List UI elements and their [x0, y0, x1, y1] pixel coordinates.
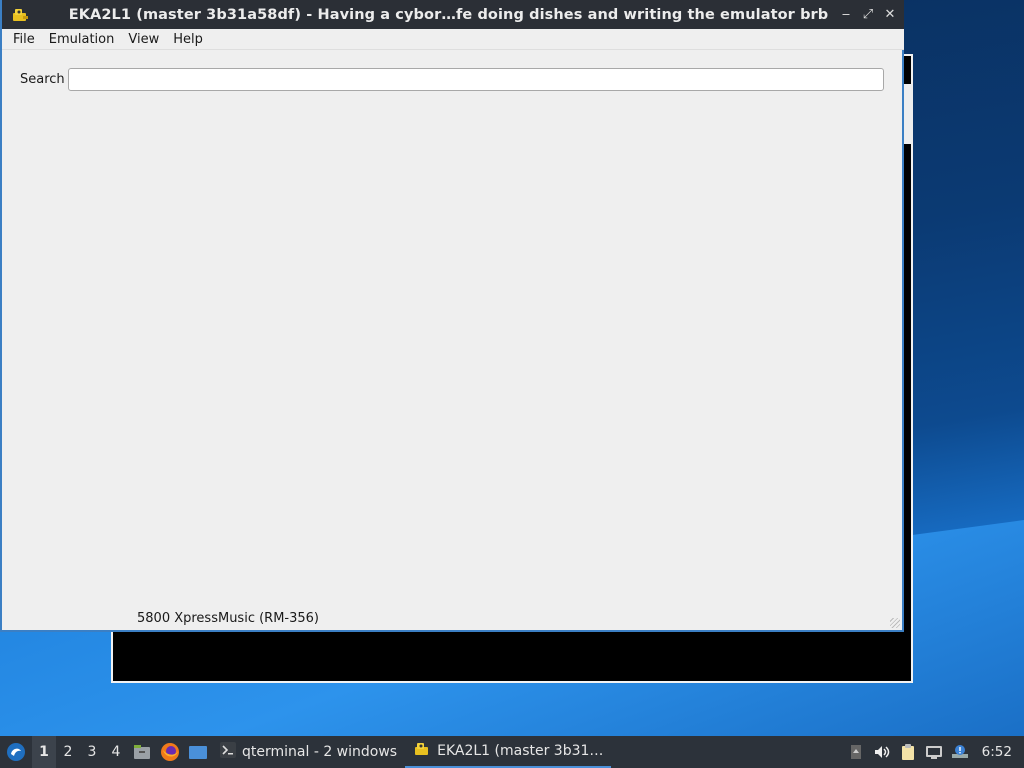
- clipboard-icon[interactable]: [898, 742, 918, 762]
- firefox-icon[interactable]: [156, 736, 184, 768]
- workspace-4[interactable]: 4: [104, 736, 128, 768]
- main-window: EKA2L1 (master 3b31a58df) - Having a cyb…: [0, 0, 904, 632]
- workspace-2[interactable]: 2: [56, 736, 80, 768]
- clock[interactable]: 6:52: [976, 744, 1018, 760]
- updates-icon[interactable]: [950, 742, 970, 762]
- task-label-eka2l1: EKA2L1 (master 3b31…: [437, 743, 604, 759]
- task-label-qterminal: qterminal - 2 windows: [242, 744, 398, 760]
- status-device-label: 5800 XpressMusic (RM-356): [137, 611, 319, 626]
- file-manager-icon[interactable]: [128, 736, 156, 768]
- window-title: EKA2L1 (master 3b31a58df) - Having a cyb…: [68, 6, 829, 23]
- menu-help[interactable]: Help: [166, 29, 210, 50]
- maximize-button[interactable]: ⤢: [860, 7, 876, 23]
- menu-file[interactable]: File: [2, 29, 42, 50]
- network-icon[interactable]: [924, 742, 944, 762]
- search-input[interactable]: [68, 68, 884, 91]
- desktop-icon[interactable]: [184, 736, 212, 768]
- search-label: Search: [20, 72, 65, 87]
- menu-view[interactable]: View: [121, 29, 166, 50]
- resize-grip[interactable]: [890, 618, 900, 628]
- task-qterminal[interactable]: qterminal - 2 windows: [212, 736, 405, 768]
- volume-icon[interactable]: [872, 742, 892, 762]
- task-eka2l1[interactable]: EKA2L1 (master 3b31…: [405, 736, 612, 768]
- eka2l1-icon: [413, 741, 431, 761]
- app-icon: [9, 4, 31, 26]
- background-window-edge: [903, 84, 913, 144]
- minimize-button[interactable]: ‒: [838, 7, 854, 23]
- notification-up-icon[interactable]: [846, 742, 866, 762]
- title-bar[interactable]: EKA2L1 (master 3b31a58df) - Having a cyb…: [2, 0, 904, 29]
- workspace-1[interactable]: 1: [32, 736, 56, 768]
- menu-bar: File Emulation View Help: [2, 29, 904, 50]
- menu-emulation[interactable]: Emulation: [42, 29, 122, 50]
- start-menu-button[interactable]: [0, 736, 32, 768]
- terminal-icon: [220, 742, 236, 762]
- search-row: Search: [20, 68, 884, 91]
- system-tray: 6:52: [846, 742, 1024, 762]
- taskbar: 1 2 3 4 qterminal - 2 windows EKA2L1 (ma…: [0, 736, 1024, 768]
- workspace-3[interactable]: 3: [80, 736, 104, 768]
- close-button[interactable]: ✕: [882, 7, 898, 23]
